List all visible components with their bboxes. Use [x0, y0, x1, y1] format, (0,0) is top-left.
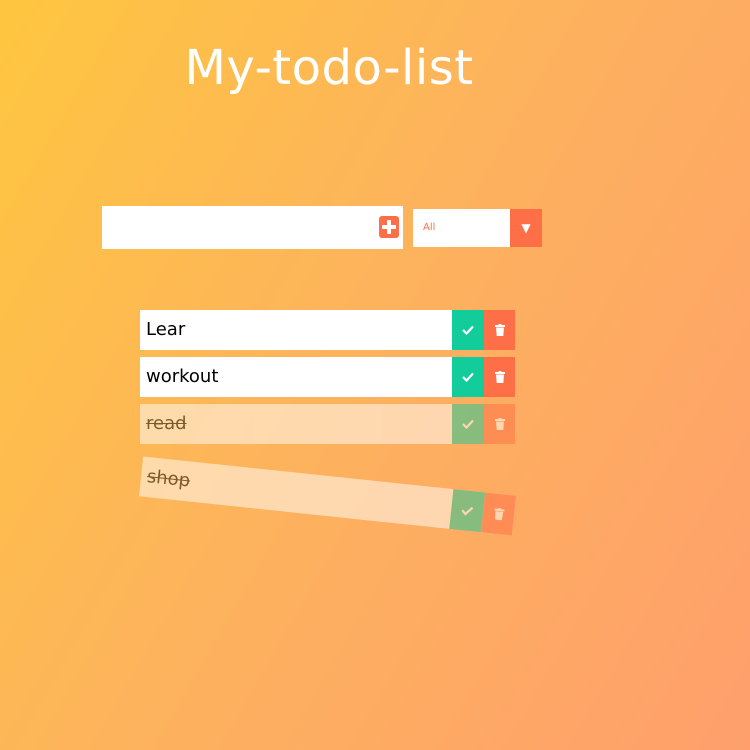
add-todo-button[interactable]: [379, 216, 399, 238]
trash-icon: [493, 507, 505, 521]
todo-item-completed: shop: [138, 456, 517, 536]
todo-text: workout: [146, 366, 219, 387]
complete-button[interactable]: [452, 357, 484, 397]
caret-down-icon: ▼: [510, 209, 542, 247]
plus-icon: [382, 220, 396, 234]
check-icon: [462, 325, 474, 335]
todo-input-container: [102, 206, 403, 249]
trash-icon: [494, 418, 505, 430]
delete-button[interactable]: [481, 492, 517, 536]
filter-selected-value: All: [423, 222, 436, 233]
page-title: My-todo-list: [184, 40, 474, 96]
todo-text: read: [146, 413, 187, 434]
complete-button[interactable]: [449, 489, 486, 533]
complete-button[interactable]: [452, 404, 484, 444]
todo-item-completed: read: [140, 404, 515, 444]
delete-button[interactable]: [484, 404, 515, 444]
todo-item: Lear: [140, 310, 515, 350]
check-icon: [462, 419, 474, 429]
todo-text: Lear: [146, 319, 186, 340]
check-icon: [462, 372, 474, 382]
filter-select[interactable]: All ▼: [413, 209, 542, 247]
todo-input[interactable]: [102, 206, 372, 249]
todo-text: shop: [145, 466, 192, 492]
check-icon: [461, 506, 474, 516]
trash-icon: [494, 324, 505, 336]
complete-button[interactable]: [452, 310, 484, 350]
delete-button[interactable]: [484, 310, 515, 350]
delete-button[interactable]: [484, 357, 515, 397]
trash-icon: [494, 371, 505, 383]
todo-item: workout: [140, 357, 515, 397]
